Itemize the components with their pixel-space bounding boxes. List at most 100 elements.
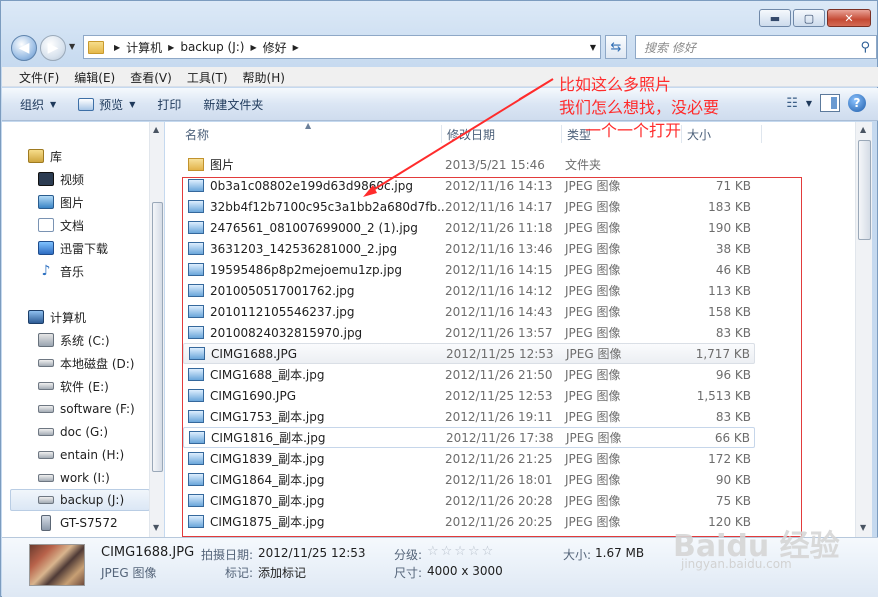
forward-button[interactable]: ▶ [40,35,66,61]
menu-file[interactable]: 文件(F) [12,67,67,86]
column-divider[interactable] [441,125,442,143]
sidebar-item-music[interactable]: ♪ 音乐 [38,260,84,282]
address-dropdown-icon[interactable]: ▼ [590,43,596,52]
toolbar-right: ☷ ▼ ? [786,94,866,112]
recent-pages-dropdown[interactable]: ▼ [69,42,75,51]
scroll-up-icon[interactable]: ▲ [860,125,866,134]
breadcrumb-computer[interactable]: 计算机 [126,39,162,56]
table-row[interactable]: 2010112105546237.jpg 2012/11/16 14:43 JP… [183,301,755,322]
file-type: JPEG 图像 [565,473,621,487]
preview-button[interactable]: 预览 ▼ [78,96,135,113]
table-row[interactable]: 图片 2013/5/21 15:46 文件夹 [183,154,755,175]
rating-stars[interactable]: ☆☆☆☆☆ [427,544,495,559]
chevron-right-icon[interactable]: ▶ [168,43,174,52]
sidebar-item-documents[interactable]: 文档 [38,214,84,236]
image-file-icon [188,221,204,234]
sidebar-item-drive-c[interactable]: 系统 (C:) [38,329,110,351]
chevron-down-icon: ▼ [129,99,136,109]
table-row[interactable]: CIMG1864_副本.jpg 2012/11/26 18:01 JPEG 图像… [183,469,755,490]
sidebar-item-drive-j[interactable]: backup (J:) [10,489,150,511]
sidebar-scrollbar[interactable]: ▲ ▼ [149,122,164,537]
sidebar-item-label: 图片 [60,195,85,210]
menu-help[interactable]: 帮助(H) [236,67,293,86]
minimize-button[interactable]: ▬ [759,9,791,27]
column-header-date[interactable]: 修改日期 [447,122,495,146]
date-taken-label: 拍摄日期: [201,548,254,562]
file-name: CIMG1688_副本.jpg [210,368,325,382]
scroll-up-icon[interactable]: ▲ [153,125,159,134]
sidebar-item-library[interactable]: 库 [28,145,62,167]
address-bar[interactable]: ▶ 计算机 ▶ backup (J:) ▶ 修好 ▶ ▼ [83,35,601,59]
menu-tools[interactable]: 工具(T) [180,67,236,86]
table-row[interactable]: 32bb4f12b7100c95c3a1bb2a680d7fb... 2012/… [183,196,755,217]
scrollbar-thumb[interactable] [858,140,871,240]
details-filetype: JPEG 图像 [101,566,157,580]
help-icon[interactable]: ? [848,94,866,112]
image-file-icon [188,410,204,423]
folder-icon [188,158,204,171]
scroll-down-icon[interactable]: ▼ [860,523,866,532]
back-button[interactable]: ◀ [11,35,37,61]
sidebar-item-phone[interactable]: GT-S7572 [38,512,118,534]
column-header-name[interactable]: 名称 [185,122,209,146]
table-row[interactable]: CIMG1753_副本.jpg 2012/11/26 19:11 JPEG 图像… [183,406,755,427]
organize-button[interactable]: 组织 ▼ [20,96,56,113]
sidebar-item-thunder-downloads[interactable]: 迅雷下载 [38,237,108,259]
chevron-down-icon[interactable]: ▼ [806,99,812,108]
sidebar-item-videos[interactable]: 视频 [38,168,84,190]
file-name: CIMG1688.JPG [211,346,297,361]
table-row[interactable]: 0b3a1c08802e199d63d9860c.jpg 2012/11/16 … [183,175,755,196]
file-name: CIMG1690.JPG [210,388,296,403]
sort-ascending-icon: ▲ [305,122,312,130]
file-type: JPEG 图像 [565,494,621,508]
table-row[interactable]: 19595486p8p2mejoemu1zp.jpg 2012/11/16 14… [183,259,755,280]
table-row[interactable]: 2476561_081007699000_2 (1).jpg 2012/11/2… [183,217,755,238]
table-row[interactable]: CIMG1688.JPG 2012/11/25 12:53 JPEG 图像 1,… [183,343,755,364]
file-size: 183 KB [708,199,751,214]
breadcrumb-drive[interactable]: backup (J:) [180,40,244,54]
table-row[interactable]: CIMG1816_副本.jpg 2012/11/26 17:38 JPEG 图像… [183,427,755,448]
table-row[interactable]: 3631203_142536281000_2.jpg 2012/11/16 13… [183,238,755,259]
file-date: 2012/11/26 17:38 [446,430,554,445]
chevron-right-icon[interactable]: ▶ [250,43,256,52]
new-folder-button[interactable]: 新建文件夹 [203,96,263,113]
table-row[interactable]: CIMG1839_副本.jpg 2012/11/26 21:25 JPEG 图像… [183,448,755,469]
search-icon[interactable]: ⚲ [860,40,870,55]
menu-edit[interactable]: 编辑(E) [67,67,123,86]
table-row[interactable]: 2010050517001762.jpg 2012/11/16 14:12 JP… [183,280,755,301]
view-options-icon[interactable]: ☷ [786,96,798,111]
sidebar-item-pictures[interactable]: 图片 [38,191,84,213]
close-button[interactable]: ✕ [827,9,871,27]
sidebar-item-label: 计算机 [50,310,87,325]
refresh-button[interactable]: ⇆ [605,35,627,59]
table-row[interactable]: CIMG1688_副本.jpg 2012/11/26 21:50 JPEG 图像… [183,364,755,385]
preview-pane-icon[interactable] [820,94,840,112]
image-file-icon [188,389,204,402]
image-file-icon [189,347,205,360]
image-file-icon [188,494,204,507]
print-button[interactable]: 打印 [157,96,181,113]
maximize-button[interactable]: ▢ [793,9,825,27]
table-row[interactable]: CIMG1870_副本.jpg 2012/11/26 20:28 JPEG 图像… [183,490,755,511]
sidebar-item-drive-i[interactable]: work (I:) [38,467,110,489]
menu-view[interactable]: 查看(V) [123,67,180,86]
table-row[interactable]: 20100824032815970.jpg 2012/11/26 13:57 J… [183,322,755,343]
drive-icon [38,474,54,482]
sidebar-item-drive-e[interactable]: 软件 (E:) [38,375,109,397]
file-list-scrollbar[interactable]: ▲ ▼ [855,122,872,537]
breadcrumb-folder[interactable]: 修好 [263,39,287,56]
sidebar-item-drive-g[interactable]: doc (G:) [38,421,108,443]
table-row[interactable]: CIMG1875_副本.jpg 2012/11/26 20:25 JPEG 图像… [183,511,755,532]
add-tag-field[interactable]: 添加标记 [258,564,306,581]
chevron-right-icon[interactable]: ▶ [293,43,299,52]
scroll-down-icon[interactable]: ▼ [153,523,159,532]
table-row[interactable]: CIMG1690.JPG 2012/11/25 12:53 JPEG 图像 1,… [183,385,755,406]
sidebar-item-computer[interactable]: 计算机 [28,306,86,328]
search-input[interactable]: 搜索 修好 ⚲ [635,35,877,59]
sidebar-item-drive-h[interactable]: entain (H:) [38,444,124,466]
picture-icon [38,195,54,209]
sidebar-item-drive-f[interactable]: software (F:) [38,398,135,420]
scrollbar-thumb[interactable] [152,202,163,472]
sidebar-item-drive-d[interactable]: 本地磁盘 (D:) [38,352,134,374]
library-icon [28,149,44,163]
